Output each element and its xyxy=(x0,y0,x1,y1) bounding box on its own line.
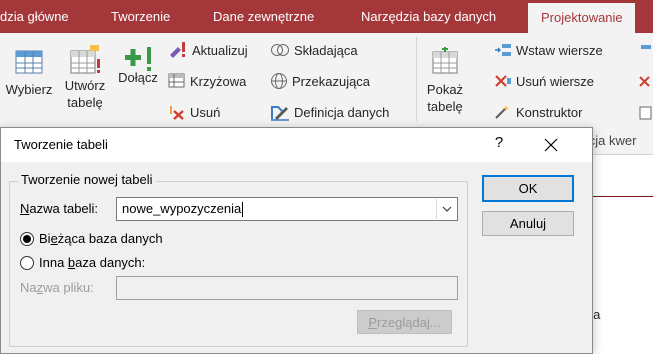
chevron-down-icon xyxy=(442,206,451,212)
ribbon-separator xyxy=(416,37,417,121)
ribbon: Wybierz Utwórz tabelę Dołącz Aktualizuj … xyxy=(0,33,653,129)
union-icon xyxy=(271,44,289,56)
file-name-label: Nazwa pliku: xyxy=(20,280,94,295)
show-table-icon xyxy=(430,39,460,77)
delete-rows-label: Usuń wiersze xyxy=(516,73,595,89)
show-table-label-2: tabelę xyxy=(427,99,463,114)
other-database-radio[interactable]: Inna baza danych: xyxy=(20,255,145,270)
file-name-input[interactable] xyxy=(116,276,458,300)
delete-rows-icon xyxy=(495,75,511,87)
crosstab-button[interactable]: Krzyżowa xyxy=(168,70,246,92)
tab-home[interactable]: dzia główne xyxy=(0,0,69,33)
update-button[interactable]: Aktualizuj xyxy=(168,39,248,61)
table-name-value: nowe_wypozyczenia xyxy=(122,200,244,218)
insert-rows-button[interactable]: Wstaw wiersze xyxy=(494,39,603,61)
globe-icon xyxy=(271,73,287,89)
table-select-icon xyxy=(14,39,44,77)
delete-query-icon xyxy=(170,106,184,120)
select-query-label: Wybierz xyxy=(5,82,53,97)
dialog-title: Tworzenie tabeli xyxy=(14,137,108,152)
insert-rows-label: Wstaw wiersze xyxy=(516,42,603,58)
help-button[interactable]: ? xyxy=(489,134,509,151)
cancel-button[interactable]: Anuluj xyxy=(482,211,574,236)
table-name-combobox[interactable]: nowe_wypozyczenia xyxy=(116,197,458,221)
pass-through-label: Przekazująca xyxy=(292,73,371,89)
delete-rows-button[interactable]: Usuń wiersze xyxy=(494,70,594,92)
show-table-button[interactable]: Pokaż tabelę xyxy=(420,39,470,115)
tab-design[interactable]: Projektowanie xyxy=(528,3,635,33)
data-definition-icon xyxy=(271,106,289,121)
builder-label: Konstruktor xyxy=(516,104,583,120)
make-table-icon xyxy=(68,39,102,77)
make-table-button[interactable]: Utwórz tabelę xyxy=(58,39,112,111)
table-name-label: Nazwa tabeli: xyxy=(20,201,99,216)
new-table-group-title: Tworzenie nowej tabeli xyxy=(18,172,156,187)
crosstab-label: Krzyżowa xyxy=(190,73,247,89)
builder-wand-icon xyxy=(495,105,510,119)
ok-button[interactable]: OK xyxy=(482,175,574,202)
dialog-titlebar: Tworzenie tabeli ? xyxy=(1,128,592,162)
pass-through-button[interactable]: Przekazująca xyxy=(270,70,370,92)
make-table-label-2: tabelę xyxy=(67,95,103,110)
current-database-radio-dot xyxy=(20,231,34,246)
ribbon-tab-bar: dzia główne Tworzenie Dane zewnętrzne Na… xyxy=(0,0,653,33)
current-database-radio[interactable]: Bieżąca baza danych xyxy=(20,231,163,246)
show-table-label-1: Pokaż xyxy=(426,82,464,97)
builder-button[interactable]: Konstruktor xyxy=(494,101,582,123)
update-label: Aktualizuj xyxy=(192,42,248,58)
other-database-label: Inna baza danych: xyxy=(39,255,146,270)
browse-button[interactable]: Przeglądaj... xyxy=(357,310,452,334)
update-icon xyxy=(170,42,185,58)
close-icon xyxy=(544,138,558,152)
union-button[interactable]: Składająca xyxy=(270,39,358,61)
make-table-label-1: Utwórz xyxy=(64,78,106,93)
data-definition-label: Definicja danych xyxy=(294,104,390,120)
close-button[interactable] xyxy=(541,136,561,154)
union-label: Składająca xyxy=(294,42,358,58)
tab-database-tools[interactable]: Narzędzia bazy danych xyxy=(361,0,496,33)
select-query-button[interactable]: Wybierz xyxy=(4,39,54,98)
ribbon-partial-icons xyxy=(637,43,653,123)
append-button[interactable]: Dołącz xyxy=(114,39,162,86)
tab-create[interactable]: Tworzenie xyxy=(111,0,170,33)
append-label: Dołącz xyxy=(118,70,158,85)
table-name-dropdown-button[interactable] xyxy=(436,199,456,219)
current-database-label: Bieżąca baza danych xyxy=(39,231,163,246)
make-table-dialog: Tworzenie tabeli ? Tworzenie nowej tabel… xyxy=(0,127,593,354)
delete-query-label: Usuń xyxy=(190,104,221,120)
insert-rows-icon xyxy=(495,44,511,56)
tab-external-data[interactable]: Dane zewnętrzne xyxy=(213,0,314,33)
other-database-radio-dot xyxy=(20,255,34,270)
crosstab-icon xyxy=(168,73,185,88)
data-definition-button[interactable]: Definicja danych xyxy=(270,101,389,123)
delete-query-button[interactable]: Usuń xyxy=(168,101,220,123)
